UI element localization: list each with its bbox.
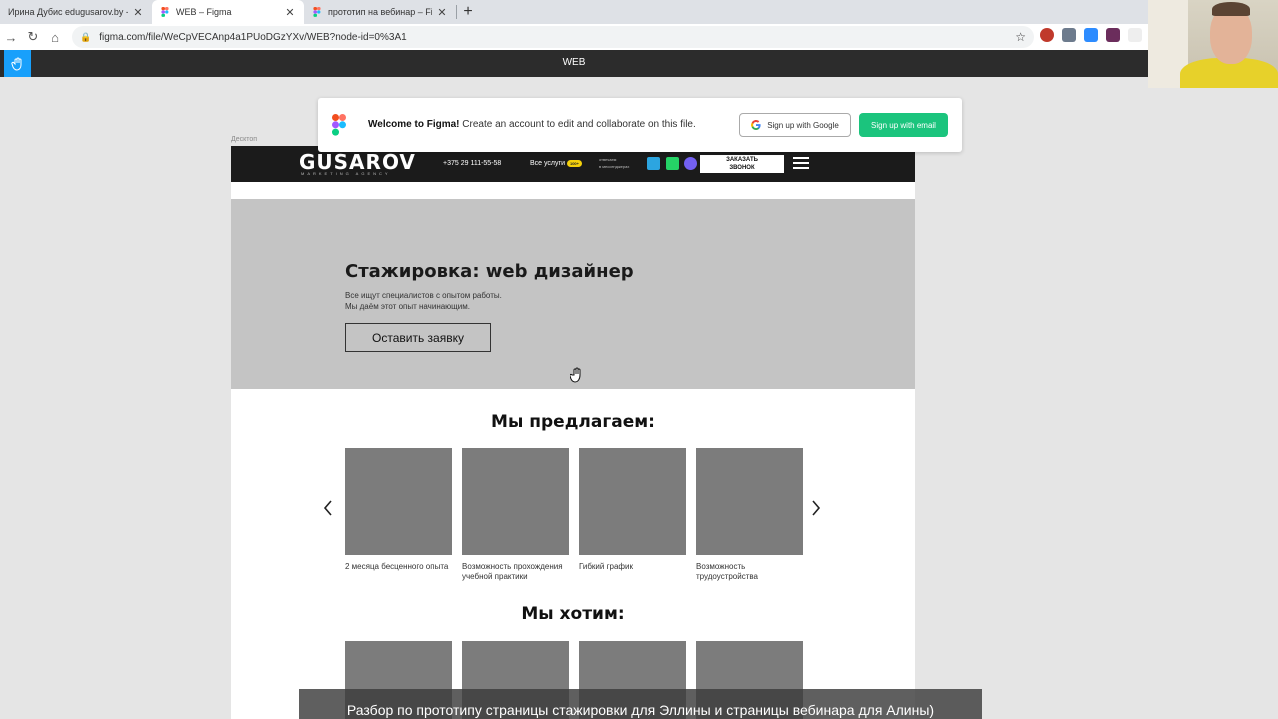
offer-card: Возможность прохождения учебной практики — [462, 448, 569, 582]
extension-red-icon[interactable] — [1040, 28, 1054, 42]
want-title: Мы хотим: — [521, 604, 625, 624]
hand-cursor-icon — [569, 367, 584, 386]
welcome-bold: Welcome to Figma! — [368, 119, 460, 130]
carousel-next-icon[interactable] — [811, 500, 821, 521]
extension-purple-icon[interactable] — [1106, 28, 1120, 42]
forward-icon[interactable]: → — [0, 26, 22, 48]
apply-button[interactable]: Оставить заявку — [345, 323, 491, 352]
reload-icon[interactable]: ↻ — [22, 26, 44, 48]
messenger-note-line2: в мессенджерах — [599, 164, 630, 169]
card-text: Возможность трудоустройства — [696, 562, 758, 581]
hero-section: Стажировка: web дизайнер Все ищут специа… — [231, 199, 915, 389]
tab-close-icon[interactable]: ✕ — [284, 6, 296, 19]
menu-burger-icon[interactable] — [793, 157, 809, 170]
home-icon[interactable]: ⌂ — [44, 26, 66, 48]
figma-favicon-icon — [313, 7, 321, 17]
welcome-text: Create an account to edit and collaborat… — [459, 119, 696, 130]
google-icon — [751, 120, 761, 130]
whatsapp-icon[interactable] — [666, 157, 679, 170]
lock-icon: 🔒 — [80, 31, 92, 42]
offer-cards: 2 месяца бесценного опыта Возможность пр… — [345, 448, 803, 582]
desktop-frame[interactable]: GUSAROV MARKETING AGENCY +375 29 111-55-… — [231, 146, 915, 719]
brand-subtitle: MARKETING AGENCY — [301, 171, 391, 176]
canvas-background — [1148, 88, 1278, 719]
zoom-icon[interactable] — [1084, 28, 1098, 42]
callback-line2: ЗВОНОК — [729, 165, 755, 171]
tab-label: WEB – Figma — [176, 7, 232, 17]
figma-toolbar: WEB — [0, 50, 1148, 77]
offer-card: Гибкий график — [579, 448, 686, 582]
messenger-note-line1: отвечаем — [599, 157, 617, 162]
hero-text-line1: Все ищут специалистов с опытом работы. — [345, 291, 502, 300]
card-text: Гибкий график — [579, 562, 633, 571]
extension-icons — [1040, 28, 1142, 42]
card-image-placeholder — [462, 448, 569, 555]
offer-card: Возможность трудоустройства — [696, 448, 803, 582]
google-button-label: Sign up with Google — [767, 120, 839, 130]
browser-toolbar: → ↻ ⌂ 🔒 figma.com/file/WeCpVECAnp4a1PUoD… — [0, 24, 1148, 50]
tab-web-figma[interactable]: WEB – Figma ✕ — [152, 0, 304, 24]
new-tab-button[interactable]: + — [457, 0, 479, 24]
video-caption: Разбор по прототипу страницы стажировки … — [299, 689, 982, 719]
messenger-note: отвечаем в мессенджерах — [599, 156, 629, 170]
welcome-banner: Welcome to Figma! Create an account to e… — [318, 98, 962, 152]
facebook-icon[interactable] — [1062, 28, 1076, 42]
file-title: WEB — [562, 57, 586, 68]
hero-text-line2: Мы даём этот опыт начинающим. — [345, 302, 470, 311]
tab-close-icon[interactable]: ✕ — [436, 6, 448, 19]
figma-favicon-icon — [161, 7, 169, 17]
telegram-icon[interactable] — [647, 157, 660, 170]
carousel-prev-icon[interactable] — [323, 500, 333, 521]
welcome-message: Welcome to Figma! Create an account to e… — [368, 119, 696, 130]
tab-prototype-figma[interactable]: прототип на вебинар – Figma ✕ — [304, 0, 456, 24]
card-image-placeholder — [345, 448, 452, 555]
frame-label[interactable]: Десктоп — [231, 136, 257, 143]
tab-label: прототип на вебинар – Figma — [328, 7, 432, 17]
tab-label: Ирина Дубис edugusarov.by - ... — [8, 7, 128, 17]
hero-title: Стажировка: web дизайнер — [345, 261, 634, 282]
callback-line1: ЗАКАЗАТЬ — [726, 157, 758, 163]
phone-number[interactable]: +375 29 111-55-58 — [443, 160, 501, 167]
offer-title: Мы предлагаем: — [491, 412, 655, 432]
card-image-placeholder — [696, 448, 803, 555]
webcam-video — [1148, 0, 1278, 88]
card-text: 2 месяца бесценного опыта — [345, 562, 449, 571]
services-link[interactable]: Все услуги 100+ — [530, 160, 582, 167]
card-text: Возможность прохождения учебной практики — [462, 562, 563, 581]
extension-abc-icon[interactable] — [1128, 28, 1142, 42]
viber-icon[interactable] — [684, 157, 697, 170]
hero-text: Все ищут специалистов с опытом работы. М… — [345, 290, 565, 312]
bookmark-star-icon[interactable]: ☆ — [1015, 30, 1026, 44]
figma-logo-icon — [332, 114, 346, 136]
tab-close-icon[interactable]: ✕ — [132, 6, 144, 19]
tab-edugusarov[interactable]: Ирина Дубис edugusarov.by - ... ✕ — [0, 0, 152, 24]
services-badge: 100+ — [566, 160, 582, 167]
callback-button[interactable]: ЗАКАЗАТЬ ЗВОНОК — [700, 155, 784, 173]
offer-card: 2 месяца бесценного опыта — [345, 448, 452, 582]
card-image-placeholder — [579, 448, 686, 555]
sign-up-google-button[interactable]: Sign up with Google — [739, 113, 851, 137]
sign-up-email-button[interactable]: Sign up with email — [859, 113, 948, 137]
url-text: figma.com/file/WeCpVECAnp4a1PUoDGzYXv/WE… — [99, 31, 407, 43]
address-bar[interactable]: 🔒 figma.com/file/WeCpVECAnp4a1PUoDGzYXv/… — [72, 26, 1034, 48]
browser-tab-strip: Ирина Дубис edugusarov.by - ... ✕ WEB – … — [0, 0, 1148, 24]
services-label: Все услуги — [530, 160, 565, 167]
